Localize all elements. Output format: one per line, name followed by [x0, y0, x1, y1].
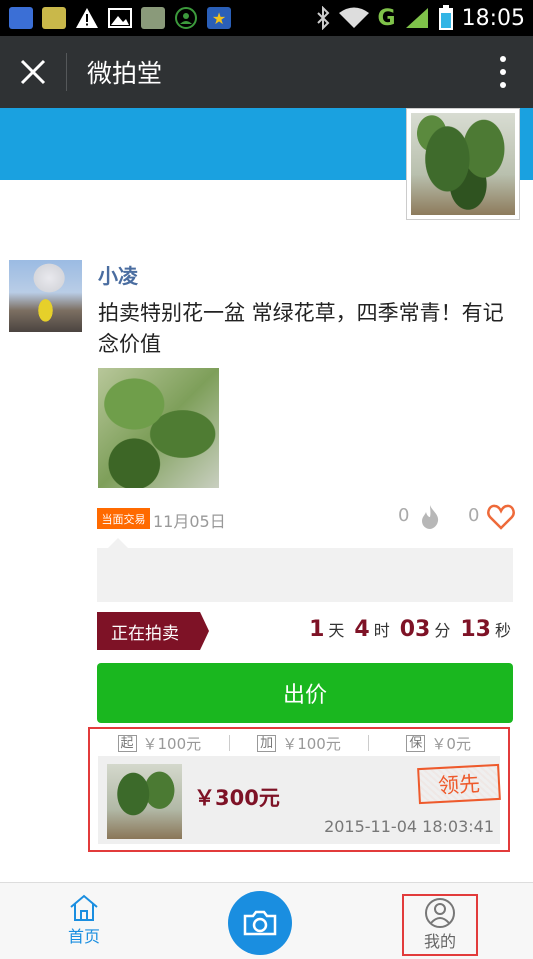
status-time: 18:05	[461, 5, 525, 31]
hot-count: 0	[398, 505, 410, 526]
news-app-icon	[9, 7, 33, 29]
user-icon	[425, 898, 455, 928]
bid-time: 2015-11-04 18:03:41	[324, 817, 494, 836]
bid-record: 起 ￥100元 加 ￥100元 保 ￥0元 ￥300元 领先 2015-11-04 1…	[88, 727, 510, 852]
avatar[interactable]	[9, 260, 82, 332]
post-image[interactable]	[98, 368, 219, 488]
more-menu-button[interactable]	[499, 56, 507, 88]
title-bar: 微拍堂	[0, 36, 533, 108]
nav-home[interactable]: 首页	[58, 893, 110, 953]
comment-box	[97, 548, 513, 602]
cover-thumbnail[interactable]	[406, 108, 520, 220]
increment-term: 加 ￥100元	[230, 733, 369, 754]
close-button[interactable]	[0, 36, 66, 108]
more-dot	[500, 69, 506, 75]
countdown-hours: 4	[354, 617, 370, 642]
start-price-value: ￥100元	[142, 734, 202, 753]
nav-camera-button[interactable]	[228, 891, 292, 955]
like-count: 0	[468, 505, 480, 526]
notification-app-icon	[42, 7, 66, 29]
post-username[interactable]: 小凌	[98, 260, 138, 289]
post-date: 11月05日	[153, 512, 226, 531]
plant-image	[411, 113, 515, 215]
deposit-key: 保	[406, 734, 426, 752]
start-price-key: 起	[117, 734, 137, 752]
close-icon	[20, 59, 46, 85]
contacts-icon	[175, 7, 197, 29]
nav-mine[interactable]: 我的	[402, 894, 478, 956]
comment-arrow	[108, 538, 128, 548]
countdown-days: 1	[309, 617, 325, 642]
more-dot	[500, 82, 506, 88]
heart-icon[interactable]	[487, 504, 515, 530]
countdown-minutes: 03	[399, 617, 431, 642]
wifi-icon	[338, 7, 369, 28]
avatar-app-icon	[141, 7, 165, 29]
bluetooth-icon	[316, 6, 329, 30]
increment-value: ￥100元	[282, 734, 341, 753]
bid-button[interactable]: 出价	[97, 663, 513, 723]
nav-home-label: 首页	[67, 927, 100, 946]
bottom-nav: 首页 我的	[0, 882, 533, 959]
trade-badge: 当面交易	[97, 508, 150, 529]
more-dots-icon	[500, 56, 506, 62]
leading-stamp: 领先	[417, 763, 501, 805]
bidder-avatar	[107, 764, 182, 839]
countdown-days-unit: 天	[328, 621, 345, 640]
status-bar: ★ G 18:05	[0, 0, 533, 36]
home-icon	[70, 894, 98, 921]
post-text: 拍卖特别花一盆 常绿花草，四季常青！有记念价值	[98, 301, 504, 356]
start-price-term: 起 ￥100元	[90, 733, 229, 754]
countdown-seconds-unit: 秒	[494, 621, 511, 640]
auction-countdown: 1天 4时 03 分 13 秒	[309, 617, 511, 642]
image-icon	[108, 8, 132, 28]
bid-price: ￥300元	[194, 786, 280, 810]
warning-icon	[76, 8, 98, 28]
countdown-seconds: 13	[460, 617, 491, 642]
star-app-icon: ★	[207, 7, 231, 29]
battery-icon	[438, 5, 453, 30]
bid-card[interactable]: ￥300元 领先 2015-11-04 18:03:41	[98, 756, 501, 844]
title-divider	[66, 53, 67, 91]
auction-terms: 起 ￥100元 加 ￥100元 保 ￥0元	[90, 729, 508, 757]
page-title: 微拍堂	[87, 59, 163, 88]
deposit-value: ￥0元	[431, 734, 471, 753]
increment-key: 加	[257, 734, 277, 752]
signal-icon	[405, 8, 428, 28]
auction-status-tag: 正在拍卖	[97, 612, 209, 650]
nav-mine-label: 我的	[423, 932, 456, 951]
network-type: G	[377, 5, 396, 31]
fire-icon[interactable]	[418, 504, 442, 530]
countdown-hours-unit: 时	[373, 621, 390, 640]
countdown-minutes-unit: 分	[434, 621, 451, 640]
camera-icon	[243, 910, 277, 936]
deposit-term: 保 ￥0元	[369, 733, 508, 754]
